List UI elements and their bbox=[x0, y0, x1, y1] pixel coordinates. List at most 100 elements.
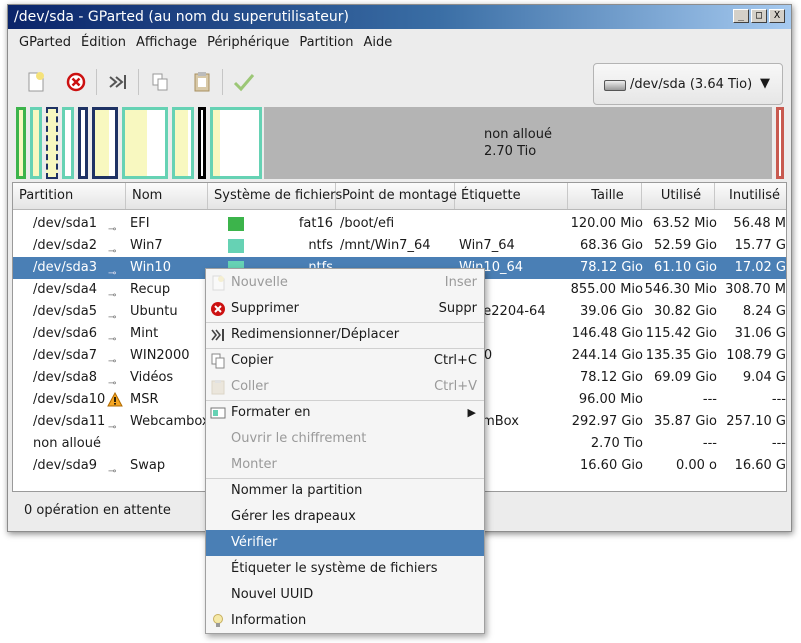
maximize-button[interactable]: □ bbox=[751, 9, 767, 23]
segment-sda4[interactable] bbox=[62, 107, 74, 179]
ctx-item-nommer-la-partition[interactable]: Nommer la partition bbox=[206, 478, 484, 504]
resize-icon bbox=[109, 75, 126, 89]
cell-used: 61.10 Gio bbox=[654, 260, 717, 275]
ctx-item-information[interactable]: Information bbox=[206, 608, 484, 634]
menu-partition[interactable]: Partition bbox=[294, 31, 358, 55]
cell-size: 68.36 Gio bbox=[580, 238, 643, 253]
cell-size: 292.97 Gio bbox=[571, 414, 643, 429]
cell-used: 115.42 Gio bbox=[645, 326, 717, 341]
table-row[interactable]: /dev/sda1 ⊸ EFI fat16/boot/efi 120.00 Mio 63.… bbox=[13, 213, 786, 235]
cell-name: Vidéos bbox=[130, 370, 174, 385]
cell-size: 16.60 Gio bbox=[580, 458, 643, 473]
ctx-item-ouvrir-le-chiffrement[interactable]: Ouvrir le chiffrement bbox=[206, 426, 484, 452]
segment-sda8[interactable] bbox=[172, 107, 194, 179]
delete-partition-button[interactable] bbox=[62, 67, 90, 97]
cell-filesystem: fat16 bbox=[298, 216, 333, 231]
cell-size: 120.00 Mio bbox=[570, 216, 643, 231]
cell-partition: /dev/sda1 bbox=[33, 216, 97, 231]
ctx-item-redimensionner-deplacer[interactable]: Redimensionner/Déplacer bbox=[206, 322, 484, 348]
segment-sda3[interactable] bbox=[46, 107, 58, 179]
ctx-item-label: Copier bbox=[231, 353, 274, 368]
menu-aide[interactable]: Aide bbox=[359, 31, 398, 55]
device-name: /dev/sda bbox=[630, 77, 686, 92]
resize-move-button[interactable] bbox=[104, 67, 132, 97]
segment-sda10[interactable] bbox=[198, 107, 206, 179]
segment-sda7[interactable] bbox=[122, 107, 168, 179]
device-selector[interactable]: /dev/sda (3.64 Tio) ▼ bbox=[593, 63, 783, 105]
segment-sda9[interactable] bbox=[776, 107, 784, 179]
cell-unused: 257.10 G bbox=[726, 414, 786, 429]
col-filesystem[interactable]: Système de fichiers bbox=[208, 183, 342, 209]
ctx-item-label: Coller bbox=[231, 379, 269, 394]
cell-name: MSR bbox=[130, 392, 159, 407]
col-nom[interactable]: Nom bbox=[126, 183, 208, 209]
disk-map: non alloué 2.70 Tio bbox=[14, 107, 785, 179]
ctx-item-accel: Ctrl+V bbox=[434, 379, 477, 394]
cell-name: Ubuntu bbox=[130, 304, 178, 319]
cell-used: 135.35 Gio bbox=[645, 348, 717, 363]
new-icon bbox=[210, 275, 226, 291]
col-taille[interactable]: Taille bbox=[568, 183, 642, 209]
ctx-item-label: Supprimer bbox=[231, 301, 299, 316]
ctx-item-nouvelle[interactable]: Nouvelle Inser bbox=[206, 270, 484, 296]
cell-used: 546.30 Mio bbox=[644, 282, 717, 297]
paste-icon bbox=[194, 72, 210, 92]
cell-partition: /dev/sda4 bbox=[33, 282, 97, 297]
cell-unused: 31.06 G bbox=[734, 326, 786, 341]
table-row[interactable]: /dev/sda2 ⊸ Win7 ntfs/mnt/Win7_64 Win7_64 68.… bbox=[13, 235, 786, 257]
ctx-item-coller[interactable]: Coller Ctrl+V bbox=[206, 374, 484, 400]
apply-icon bbox=[233, 74, 255, 92]
new-partition-button[interactable] bbox=[22, 67, 50, 97]
col-etiquette[interactable]: Étiquette bbox=[455, 183, 568, 209]
cell-size: 39.06 Gio bbox=[580, 304, 643, 319]
cell-used: 52.59 Gio bbox=[654, 238, 717, 253]
segment-sda1[interactable] bbox=[16, 107, 26, 179]
ctx-item-etiqueter-le-systeme-de-fichiers[interactable]: Étiqueter le système de fichiers bbox=[206, 556, 484, 582]
menu-edition[interactable]: Édition bbox=[76, 31, 131, 55]
close-button[interactable]: X bbox=[769, 9, 785, 23]
cell-partition: non alloué bbox=[33, 436, 101, 451]
apply-button[interactable] bbox=[230, 67, 258, 97]
cell-partition: /dev/sda3 bbox=[33, 260, 97, 275]
ctx-item-label: Nouvel UUID bbox=[231, 587, 314, 602]
paste-button[interactable] bbox=[188, 67, 216, 97]
menu-affichage[interactable]: Affichage bbox=[131, 31, 202, 55]
cell-used: 30.82 Gio bbox=[654, 304, 717, 319]
cell-unused: 17.02 G bbox=[734, 260, 786, 275]
segment-sda6[interactable] bbox=[92, 107, 118, 179]
cell-partition: /dev/sda2 bbox=[33, 238, 97, 253]
menu-gparted[interactable]: GParted bbox=[14, 31, 76, 55]
segment-unallocated[interactable]: non alloué 2.70 Tio bbox=[264, 107, 772, 179]
ctx-item-formater-en[interactable]: Formater en ▶ bbox=[206, 400, 484, 426]
col-inutilise[interactable]: Inutilisé bbox=[715, 183, 786, 209]
ctx-item-copier[interactable]: Copier Ctrl+C bbox=[206, 348, 484, 374]
segment-sda5[interactable] bbox=[78, 107, 88, 179]
unallocated-label: non alloué bbox=[484, 127, 552, 142]
cell-used: 69.09 Gio bbox=[654, 370, 717, 385]
segment-sda11[interactable] bbox=[210, 107, 262, 179]
info-icon bbox=[210, 613, 226, 629]
ctx-item-verifier[interactable]: Vérifier bbox=[206, 530, 484, 556]
context-menu: Nouvelle Inser Supprimer Suppr Redimensionne… bbox=[205, 268, 485, 634]
cell-partition: /dev/sda10 bbox=[33, 392, 106, 407]
ctx-item-gerer-les-drapeaux[interactable]: Gérer les drapeaux bbox=[206, 504, 484, 530]
menu-peripherique[interactable]: Périphérique bbox=[202, 31, 294, 55]
delete-icon bbox=[66, 72, 86, 92]
cell-size: 96.00 Mio bbox=[578, 392, 643, 407]
ctx-item-label: Redimensionner/Déplacer bbox=[231, 327, 400, 342]
ctx-item-monter[interactable]: Monter bbox=[206, 452, 484, 478]
col-mountpoint[interactable]: Point de montage bbox=[336, 183, 457, 209]
col-partition[interactable]: Partition bbox=[13, 183, 126, 209]
col-utilise[interactable]: Utilisé bbox=[642, 183, 715, 209]
segment-sda2[interactable] bbox=[30, 107, 42, 179]
ctx-item-nouvel-uuid[interactable]: Nouvel UUID bbox=[206, 582, 484, 608]
title-bar: /dev/sda - GParted (au nom du superutili… bbox=[8, 5, 791, 29]
cell-partition: /dev/sda6 bbox=[33, 326, 97, 341]
ctx-item-label: Information bbox=[231, 613, 307, 628]
copy-button[interactable] bbox=[146, 67, 174, 97]
cell-name: Swap bbox=[130, 458, 166, 473]
minimize-button[interactable]: _ bbox=[733, 9, 749, 23]
cell-unused: --- bbox=[771, 392, 786, 407]
ctx-item-supprimer[interactable]: Supprimer Suppr bbox=[206, 296, 484, 322]
cell-size: 78.12 Gio bbox=[580, 260, 643, 275]
